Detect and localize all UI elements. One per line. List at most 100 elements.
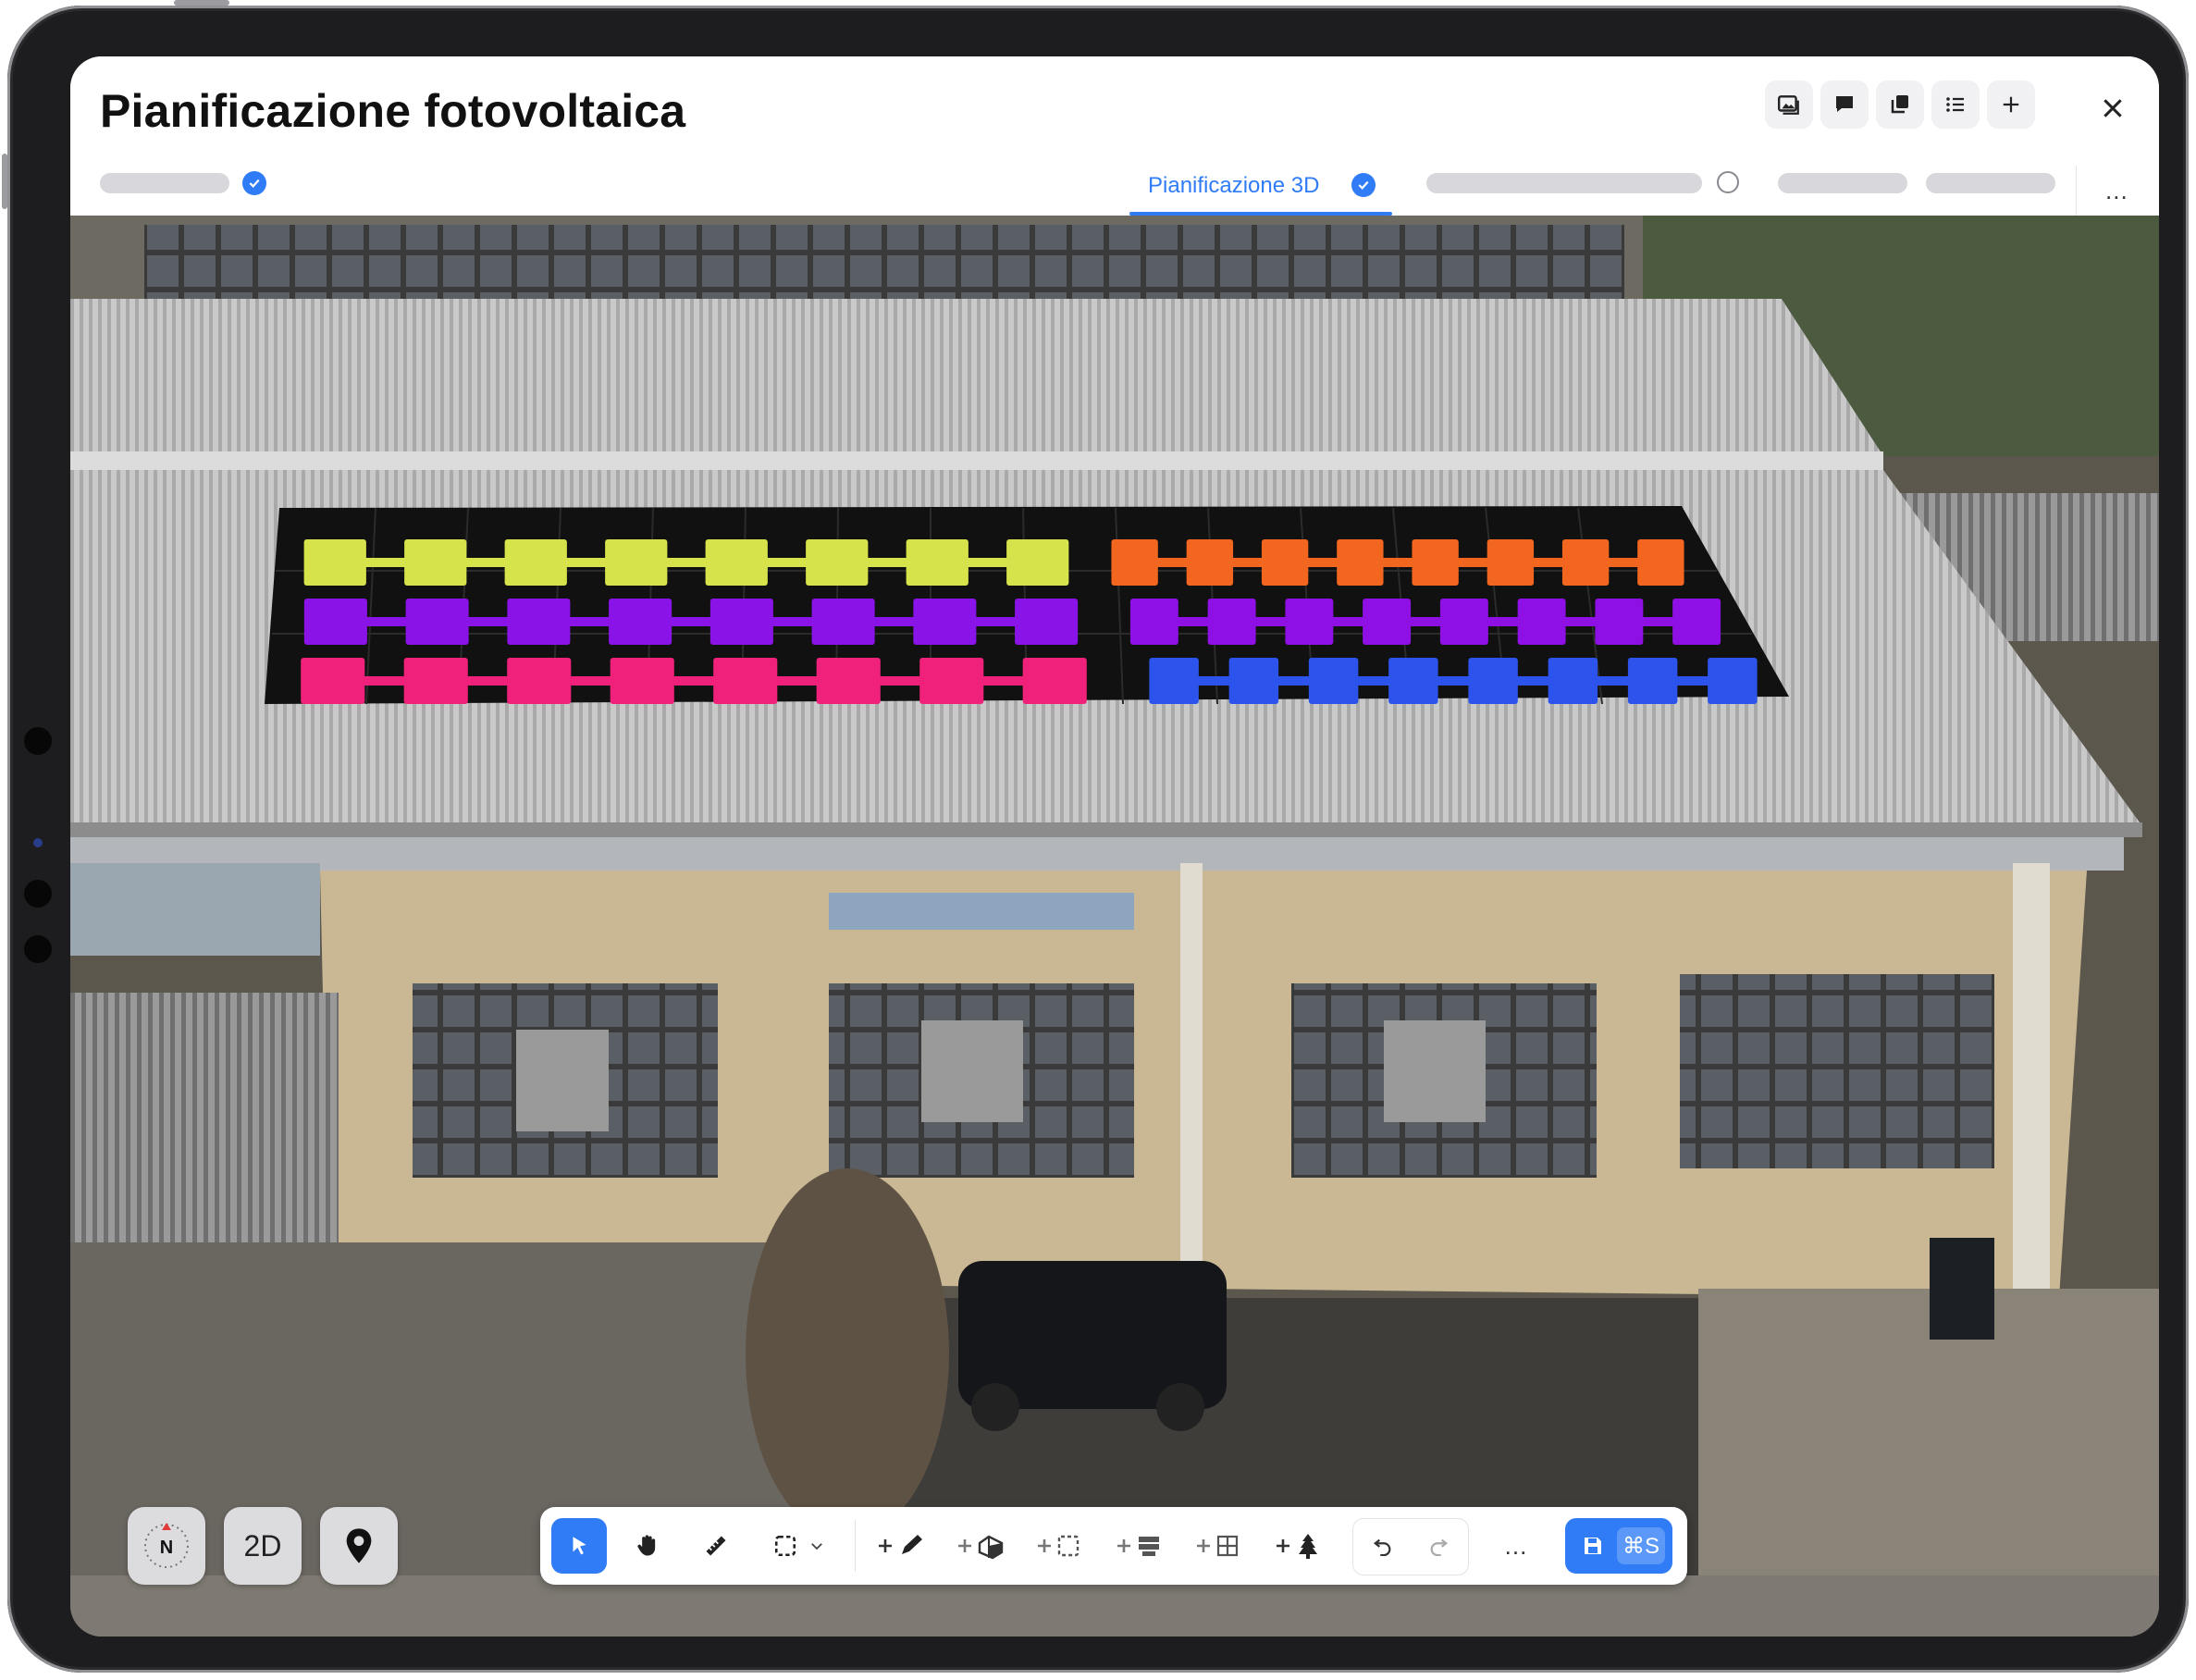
hand-tool-button[interactable]: [620, 1518, 675, 1574]
pv-module[interactable]: [1261, 539, 1309, 586]
view-2d-button[interactable]: 2D: [224, 1507, 302, 1585]
undo-button[interactable]: [1357, 1519, 1409, 1573]
pv-module[interactable]: [1006, 539, 1069, 586]
pv-module[interactable]: [1149, 658, 1199, 704]
compass-button[interactable]: N: [128, 1507, 205, 1585]
pv-module[interactable]: [1548, 658, 1598, 704]
pv-module[interactable]: [1561, 539, 1610, 586]
pv-module[interactable]: [507, 658, 572, 704]
pv-module[interactable]: [405, 599, 469, 645]
save-button[interactable]: ⌘S: [1565, 1518, 1672, 1574]
pv-module[interactable]: [709, 599, 773, 645]
step-placeholder-4[interactable]: [1778, 173, 1907, 193]
pv-module[interactable]: [507, 599, 571, 645]
save-icon: [1585, 1538, 1601, 1554]
pv-module[interactable]: [1186, 539, 1234, 586]
pv-module[interactable]: [1111, 539, 1158, 586]
pv-module[interactable]: [1708, 658, 1758, 704]
pv-module[interactable]: [1363, 599, 1412, 645]
steps-more-button[interactable]: ...: [2105, 177, 2128, 205]
pv-module[interactable]: [1285, 599, 1334, 645]
add-obstacle-button[interactable]: [945, 1518, 1016, 1574]
pv-module[interactable]: [1487, 539, 1535, 586]
location-pin-icon: [346, 1528, 372, 1563]
save-shortcut-badge: ⌘S: [1617, 1527, 1665, 1564]
pv-module[interactable]: [303, 599, 367, 645]
power-button: [174, 0, 229, 6]
pv-module[interactable]: [913, 599, 977, 645]
pv-module[interactable]: [1517, 599, 1566, 645]
add-area-button[interactable]: [1025, 1518, 1095, 1574]
add-tree-button[interactable]: [1264, 1518, 1334, 1574]
add-obstacle-icon: [958, 1535, 1004, 1560]
pv-module[interactable]: [301, 658, 365, 704]
pv-module[interactable]: [1388, 658, 1438, 704]
car-wheel: [971, 1383, 1019, 1431]
pv-module[interactable]: [1439, 599, 1488, 645]
add-grid-button[interactable]: [1184, 1518, 1254, 1574]
pv-module[interactable]: [1412, 539, 1459, 586]
step-placeholder-5[interactable]: [1926, 173, 2055, 193]
page-title: Pianificazione fotovoltaica: [100, 85, 686, 137]
close-button[interactable]: [2096, 92, 2129, 125]
pv-module[interactable]: [1228, 658, 1279, 704]
pv-module[interactable]: [1022, 658, 1087, 704]
pv-module[interactable]: [610, 658, 674, 704]
selection-tool-dropdown[interactable]: [757, 1518, 842, 1574]
pv-module[interactable]: [1207, 599, 1256, 645]
pv-module[interactable]: [1627, 658, 1678, 704]
pv-module[interactable]: [906, 539, 968, 586]
bin: [1930, 1238, 1994, 1340]
toolbar-more-button[interactable]: ...: [1484, 1518, 1548, 1574]
measure-tool-button[interactable]: [688, 1518, 744, 1574]
pv-module[interactable]: [919, 658, 984, 704]
pv-module[interactable]: [404, 539, 467, 586]
gallery-button[interactable]: [1765, 80, 1813, 129]
add-draw-button[interactable]: [866, 1518, 936, 1574]
step-placeholder-3[interactable]: [1426, 173, 1702, 193]
toolbar-separator: [855, 1520, 856, 1572]
pv-module[interactable]: [1308, 658, 1359, 704]
layers-button[interactable]: [1876, 80, 1924, 129]
comment-button[interactable]: [1820, 80, 1869, 129]
select-tool-button[interactable]: [551, 1518, 607, 1574]
pv-module[interactable]: [403, 658, 468, 704]
add-panel-row-button[interactable]: [1104, 1518, 1175, 1574]
location-button[interactable]: [320, 1507, 398, 1585]
pv-module[interactable]: [609, 599, 672, 645]
step-pending-icon: [1717, 171, 1739, 193]
pv-module[interactable]: [816, 658, 881, 704]
tab-3d-planning[interactable]: Pianificazione 3D: [1129, 166, 1392, 216]
tool-bar: ... ⌘S: [540, 1507, 1687, 1585]
list-button[interactable]: [1931, 80, 1980, 129]
pv-module[interactable]: [605, 539, 668, 586]
pv-module[interactable]: [806, 539, 869, 586]
pv-module[interactable]: [1672, 599, 1721, 645]
pv-module[interactable]: [504, 539, 567, 586]
plus-icon: [2003, 96, 2019, 113]
pv-module[interactable]: [1129, 599, 1178, 645]
window-4: [1680, 974, 1994, 1168]
pv-module[interactable]: [705, 539, 768, 586]
add-pen-icon: [879, 1535, 922, 1554]
camera-dot: [24, 727, 52, 755]
undo-icon: [1373, 1538, 1391, 1556]
pv-module[interactable]: [1337, 539, 1384, 586]
pv-module[interactable]: [303, 539, 366, 586]
add-button[interactable]: [1987, 80, 2035, 129]
pv-module[interactable]: [1595, 599, 1644, 645]
pv-module[interactable]: [1637, 539, 1684, 586]
3d-viewport[interactable]: N 2D ... ⌘S: [70, 216, 2159, 1637]
tablet-frame: Pianificazione fotovoltaica Pianificazio…: [2, 0, 2189, 1673]
pv-module[interactable]: [1015, 599, 1079, 645]
app-window: Pianificazione fotovoltaica Pianificazio…: [70, 56, 2159, 1637]
step-placeholder-1[interactable]: [100, 173, 229, 193]
building-sign: [829, 893, 1134, 930]
tab-3d-planning-label: Pianificazione 3D: [1148, 173, 1320, 198]
step-tabs: Pianificazione 3D ...: [70, 166, 2159, 216]
pv-module[interactable]: [811, 599, 875, 645]
add-tree-icon: [1277, 1534, 1317, 1559]
pv-module[interactable]: [713, 658, 778, 704]
redo-button[interactable]: [1413, 1519, 1464, 1573]
pv-module[interactable]: [1468, 658, 1518, 704]
